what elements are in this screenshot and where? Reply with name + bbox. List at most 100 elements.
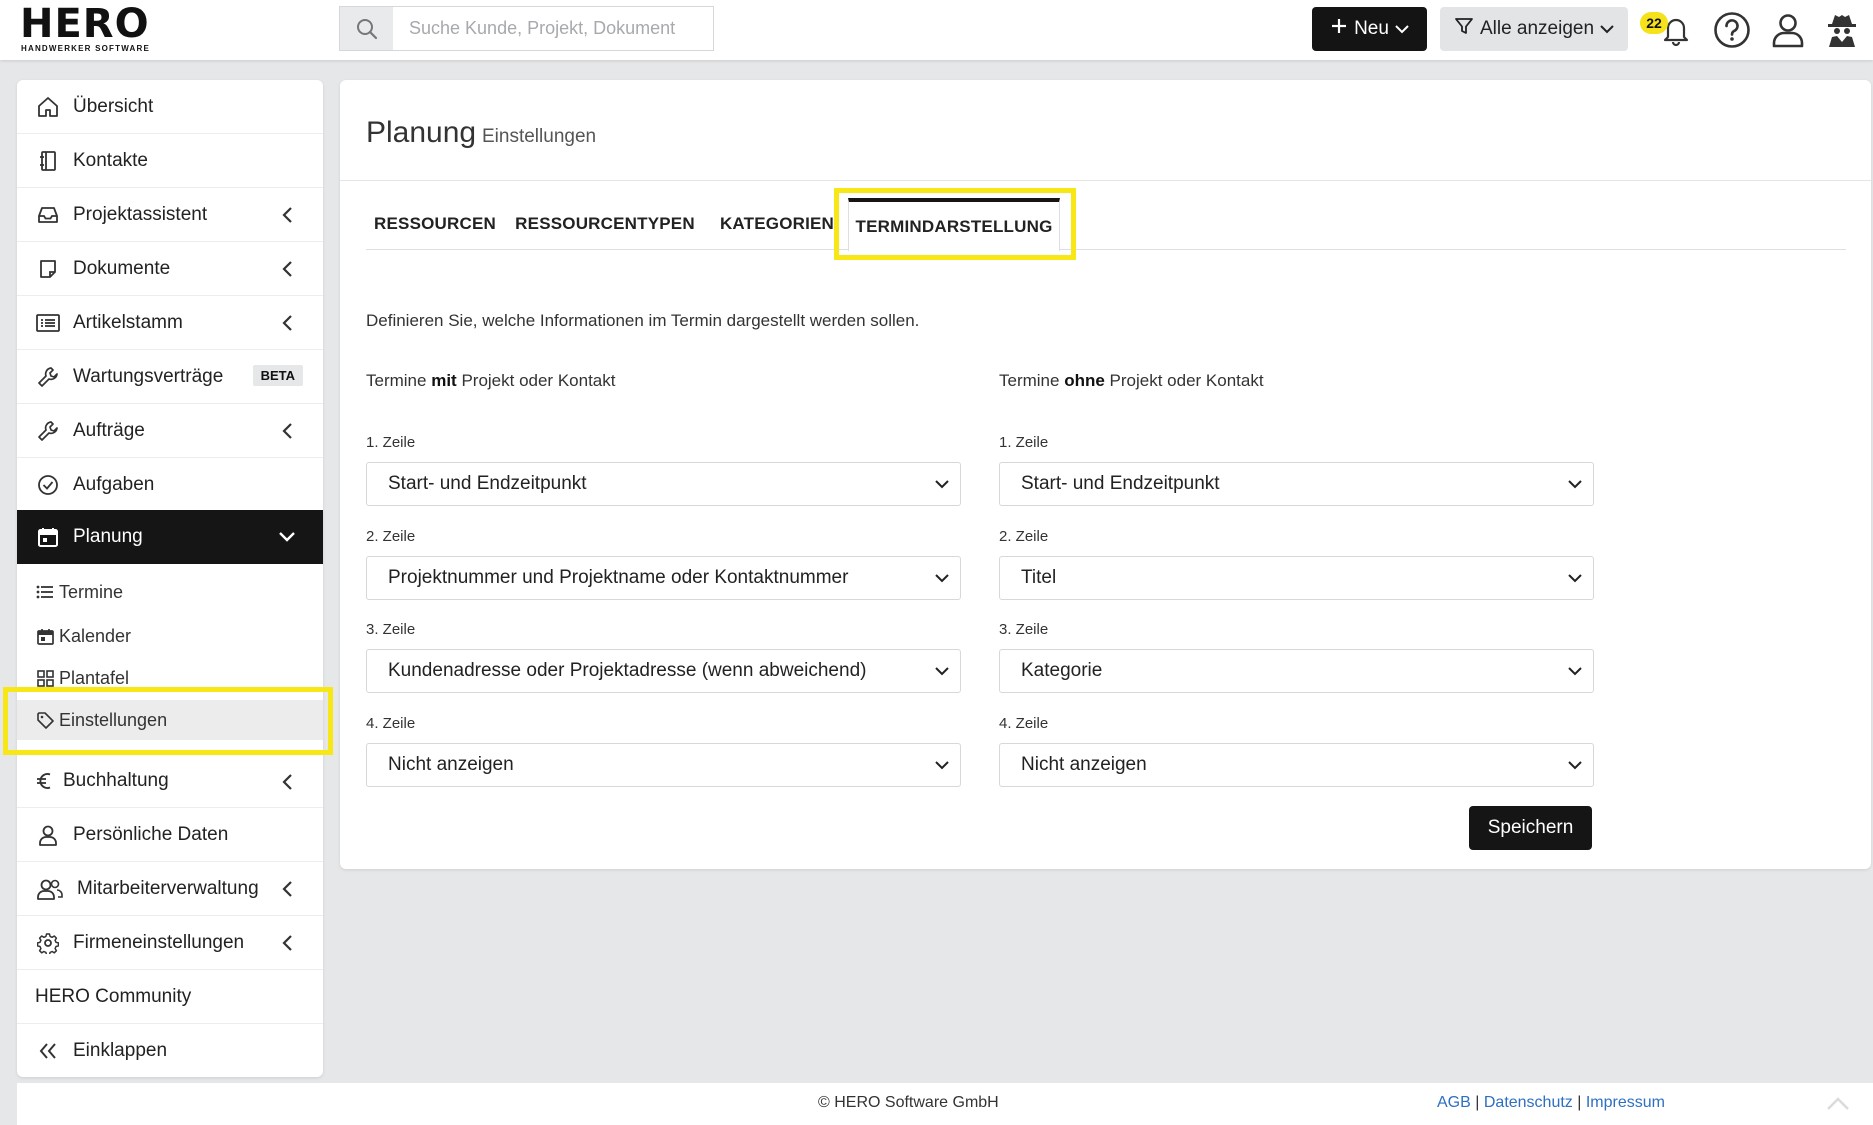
- wrench-icon: [35, 418, 61, 444]
- help-icon[interactable]: [1712, 10, 1752, 50]
- user-icon: [35, 822, 61, 848]
- filter-button-label: Alle anzeigen: [1479, 18, 1595, 39]
- sidebar-item-label: Einklappen: [73, 1040, 168, 1061]
- list-icon: [35, 582, 55, 602]
- tab-bar: RESSOURCEN RESSOURCENTYPEN KATEGORIEN TE…: [366, 198, 1846, 251]
- sidebar-item-persoenliche-daten[interactable]: Persönliche Daten: [17, 808, 323, 862]
- list-icon: [35, 310, 61, 336]
- sidebar-item-planung[interactable]: Planung: [17, 510, 323, 564]
- link-separator: |: [1577, 1094, 1582, 1111]
- sidebar-subitem-einstellungen[interactable]: Einstellungen: [17, 700, 323, 740]
- chevron-down-icon: [933, 662, 951, 680]
- privacy-link[interactable]: Datenschutz: [1484, 1094, 1573, 1111]
- right-row-3-select[interactable]: Kategorie: [999, 649, 1594, 693]
- user-icon[interactable]: [1768, 10, 1808, 50]
- sidebar-item-label: Übersicht: [73, 95, 154, 117]
- chevron-down-icon: [277, 525, 297, 549]
- search-icon[interactable]: [340, 7, 393, 50]
- settings-card: Planung Einstellungen RESSOURCEN RESSOUR…: [340, 80, 1871, 869]
- imprint-link[interactable]: Impressum: [1586, 1094, 1665, 1111]
- sidebar-subitem-termine[interactable]: Termine: [17, 572, 323, 612]
- link-separator: |: [1475, 1094, 1480, 1111]
- new-button[interactable]: Neu: [1312, 7, 1427, 51]
- address-book-icon: [35, 148, 61, 174]
- select-value: Kategorie: [1021, 660, 1103, 681]
- euro-icon: [35, 768, 53, 794]
- hero-logo[interactable]: HERO HANDWERKER SOFTWARE: [20, 4, 170, 54]
- save-button[interactable]: Speichern: [1469, 806, 1592, 850]
- sidebar-item-kontakte[interactable]: Kontakte: [17, 134, 323, 188]
- spy-icon[interactable]: [1822, 10, 1862, 50]
- select-value: Nicht anzeigen: [388, 754, 514, 775]
- right-column-title: Termine ohne Projekt oder Kontakt: [999, 371, 1264, 390]
- right-row-4-select[interactable]: Nicht anzeigen: [999, 743, 1594, 787]
- page-title: Planung: [366, 116, 477, 149]
- agb-link[interactable]: AGB: [1437, 1094, 1471, 1111]
- sidebar-item-mitarbeiterverwaltung[interactable]: Mitarbeiterverwaltung: [17, 862, 323, 916]
- search-input[interactable]: [393, 7, 713, 50]
- sidebar-item-uebersicht[interactable]: Übersicht: [17, 80, 323, 134]
- footer-links: AGB | Datenschutz | Impressum: [1437, 1094, 1665, 1112]
- tab-ressourcen[interactable]: RESSOURCEN: [366, 198, 504, 250]
- tab-ressourcentypen[interactable]: RESSOURCENTYPEN: [504, 198, 706, 250]
- plus-icon: [1330, 17, 1348, 41]
- select-value: Start- und Endzeitpunkt: [1021, 473, 1220, 494]
- check-circle-icon: [35, 472, 61, 498]
- chevron-down-icon: [933, 756, 951, 774]
- chevron-left-icon: [277, 770, 297, 794]
- sidebar-item-label: Projektassistent: [73, 203, 208, 225]
- right-row-1-select[interactable]: Start- und Endzeitpunkt: [999, 462, 1594, 506]
- right-row-2-select[interactable]: Titel: [999, 556, 1594, 600]
- filter-icon: [1454, 16, 1474, 42]
- calendar-icon: [35, 626, 55, 646]
- sidebar-subitem-plantafel[interactable]: Plantafel: [17, 658, 323, 698]
- left-row-1-select[interactable]: Start- und Endzeitpunkt: [366, 462, 961, 506]
- sidebar-subitem-label: Einstellungen: [59, 709, 168, 730]
- row-2-label: 2. Zeile: [366, 528, 416, 545]
- sidebar-item-dokumente[interactable]: Dokumente: [17, 242, 323, 296]
- tab-termindarstellung[interactable]: TERMINDARSTELLUNG: [848, 198, 1060, 251]
- row-4-label: 4. Zeile: [999, 715, 1049, 732]
- sidebar-item-label: Wartungsverträge: [73, 365, 224, 387]
- sidebar-subitem-label: Kalender: [59, 625, 132, 646]
- double-chevron-left-icon: [35, 1038, 61, 1064]
- sidebar-item-firmeneinstellungen[interactable]: Firmeneinstellungen: [17, 916, 323, 970]
- sidebar-item-label: Persönliche Daten: [73, 823, 229, 845]
- top-bar: HERO HANDWERKER SOFTWARE Neu Alle anzeig…: [0, 0, 1873, 60]
- calendar-icon: [35, 524, 61, 550]
- sidebar-subitem-kalender[interactable]: Kalender: [17, 616, 323, 656]
- sidebar-subitem-label: Termine: [59, 581, 124, 602]
- logo-tagline: HANDWERKER SOFTWARE: [21, 44, 151, 53]
- left-row-4-select[interactable]: Nicht anzeigen: [366, 743, 961, 787]
- document-icon: [35, 256, 61, 282]
- sidebar-item-projektassistent[interactable]: Projektassistent: [17, 188, 323, 242]
- scroll-top-icon[interactable]: [1825, 1091, 1851, 1117]
- tab-kategorien[interactable]: KATEGORIEN: [706, 198, 848, 250]
- notification-count-badge: 22: [1640, 12, 1668, 34]
- sidebar-item-buchhaltung[interactable]: Buchhaltung: [17, 754, 323, 808]
- sidebar-item-wartungsvertraege[interactable]: Wartungsverträge BETA: [17, 350, 323, 404]
- row-1-label: 1. Zeile: [999, 434, 1049, 451]
- sidebar-item-label: Mitarbeiterverwaltung: [77, 877, 259, 899]
- search-box: [339, 6, 714, 51]
- sidebar-item-label: Dokumente: [73, 257, 171, 279]
- copyright-text: © HERO Software GmbH: [818, 1094, 999, 1111]
- sidebar-collapse-button[interactable]: Einklappen: [17, 1024, 323, 1077]
- sidebar-item-label: Firmeneinstellungen: [73, 931, 245, 953]
- sidebar-item-auftraege[interactable]: Aufträge: [17, 404, 323, 458]
- sidebar-item-aufgaben[interactable]: Aufgaben: [17, 458, 323, 512]
- card-header: Planung Einstellungen: [340, 80, 1871, 181]
- left-row-2-select[interactable]: Projektnummer und Projektname oder Konta…: [366, 556, 961, 600]
- left-row-3-select[interactable]: Kundenadresse oder Projektadresse (wenn …: [366, 649, 961, 693]
- filter-button[interactable]: Alle anzeigen: [1440, 7, 1628, 51]
- chevron-left-icon: [277, 877, 297, 901]
- sidebar-subitem-label: Plantafel: [59, 667, 130, 688]
- page-subtitle: Einstellungen: [482, 126, 597, 147]
- logo-word: HERO: [20, 1, 150, 47]
- sidebar-item-artikelstamm[interactable]: Artikelstamm: [17, 296, 323, 350]
- sidebar-item-hero-community[interactable]: HERO Community: [17, 970, 323, 1024]
- row-1-label: 1. Zeile: [366, 434, 416, 451]
- sidebar-item-label: Buchhaltung: [63, 770, 169, 791]
- chevron-left-icon: [277, 257, 297, 281]
- chevron-left-icon: [277, 419, 297, 443]
